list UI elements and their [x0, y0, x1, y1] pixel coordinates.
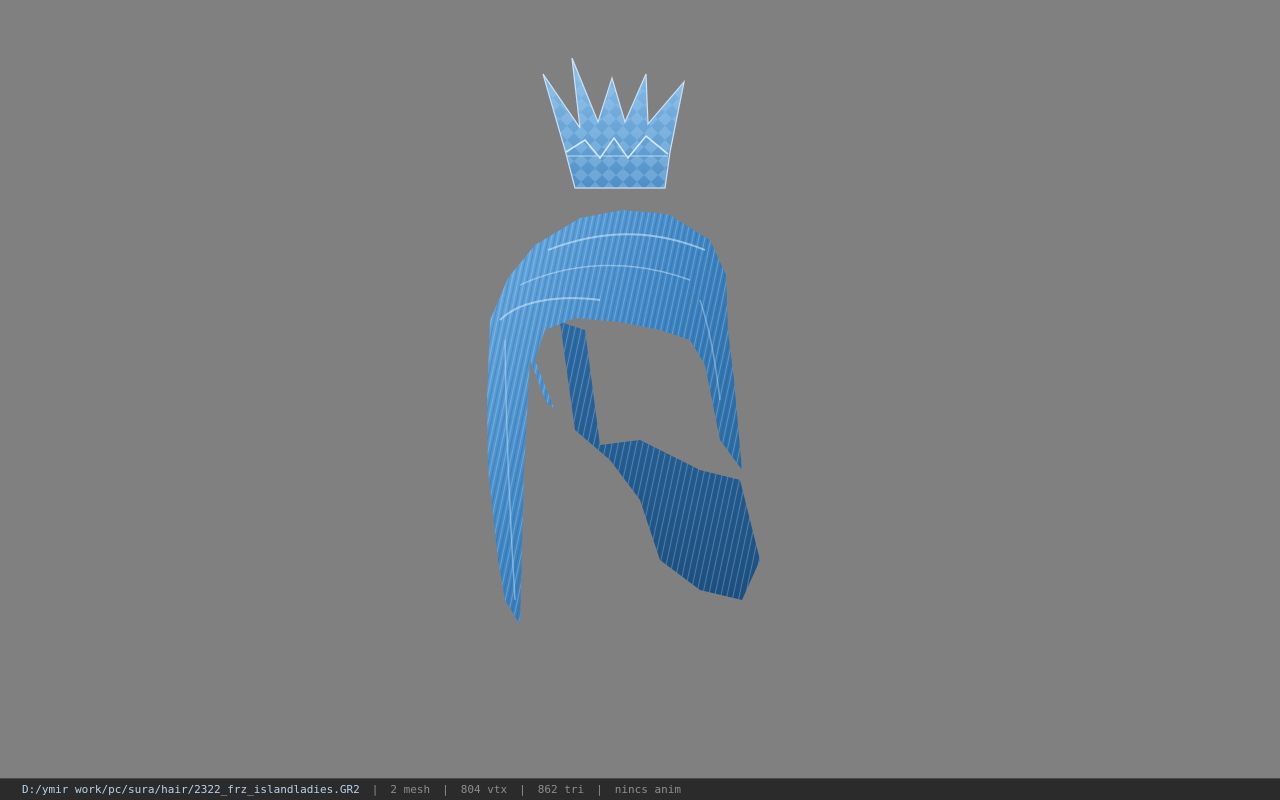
mesh-count: 2 mesh	[390, 783, 431, 796]
separator: |	[519, 783, 526, 796]
crown-mesh	[542, 57, 686, 189]
separator: |	[442, 783, 449, 796]
vertex-count: 804 vtx	[460, 783, 508, 796]
separator: |	[371, 783, 379, 796]
animation-status: nincs anim	[614, 783, 681, 796]
separator: |	[596, 783, 603, 796]
file-path: D:/ymir work/pc/sura/hair/2322_frz_islan…	[22, 783, 360, 796]
model-viewport[interactable]	[0, 0, 1280, 778]
model-render	[487, 57, 760, 625]
hair-mesh	[487, 210, 760, 625]
status-bar: D:/ymir work/pc/sura/hair/2322_frz_islan…	[0, 778, 1280, 800]
triangle-count: 862 tri	[537, 783, 585, 796]
